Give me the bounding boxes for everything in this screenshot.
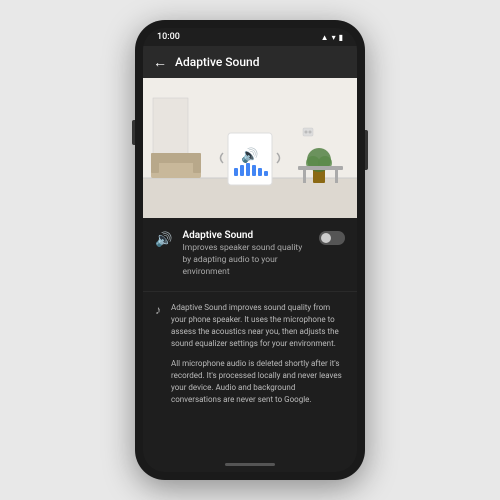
setting-title: Adaptive Sound (182, 230, 311, 241)
signal-icon: ▲ (321, 33, 329, 42)
wifi-icon: ▾ (332, 33, 336, 42)
toggle-container (319, 231, 345, 245)
home-indicator (143, 456, 357, 472)
page-title: Adaptive Sound (175, 55, 259, 69)
battery-icon: ▮ (339, 33, 343, 42)
info-section: ♪ Adaptive Sound improves sound quality … (143, 292, 357, 416)
top-nav: ← Adaptive Sound (143, 46, 357, 78)
home-bar (225, 463, 275, 466)
setting-text-block: Adaptive Sound Improves speaker sound qu… (182, 230, 311, 279)
adaptive-sound-row: 🔊 Adaptive Sound Improves speaker sound … (143, 218, 357, 292)
phone-screen: 10:00 ▲ ▾ ▮ ← Adaptive Sound (143, 28, 357, 472)
toggle-knob (321, 233, 331, 243)
back-button[interactable]: ← (153, 54, 167, 71)
status-time: 10:00 (157, 32, 180, 42)
adaptive-sound-toggle[interactable] (319, 231, 345, 245)
room-svg: 🔊 (143, 78, 357, 218)
setting-description: Improves speaker sound quality by adapti… (182, 243, 311, 279)
status-icons: ▲ ▾ ▮ (321, 33, 343, 42)
info-text-block: Adaptive Sound improves sound quality fr… (171, 302, 345, 406)
speaker-setting-icon: 🔊 (155, 232, 172, 248)
info-paragraph-2: All microphone audio is deleted shortly … (171, 358, 345, 406)
svg-text:🔊: 🔊 (241, 146, 258, 164)
room-illustration: 🔊 (143, 78, 357, 218)
music-info-icon: ♪ (155, 303, 161, 317)
status-bar: 10:00 ▲ ▾ ▮ (143, 28, 357, 46)
content-area: 🔊 Adaptive Sound Improves speaker sound … (143, 218, 357, 456)
phone-frame: 10:00 ▲ ▾ ▮ ← Adaptive Sound (135, 20, 365, 480)
info-paragraph-1: Adaptive Sound improves sound quality fr… (171, 302, 345, 350)
